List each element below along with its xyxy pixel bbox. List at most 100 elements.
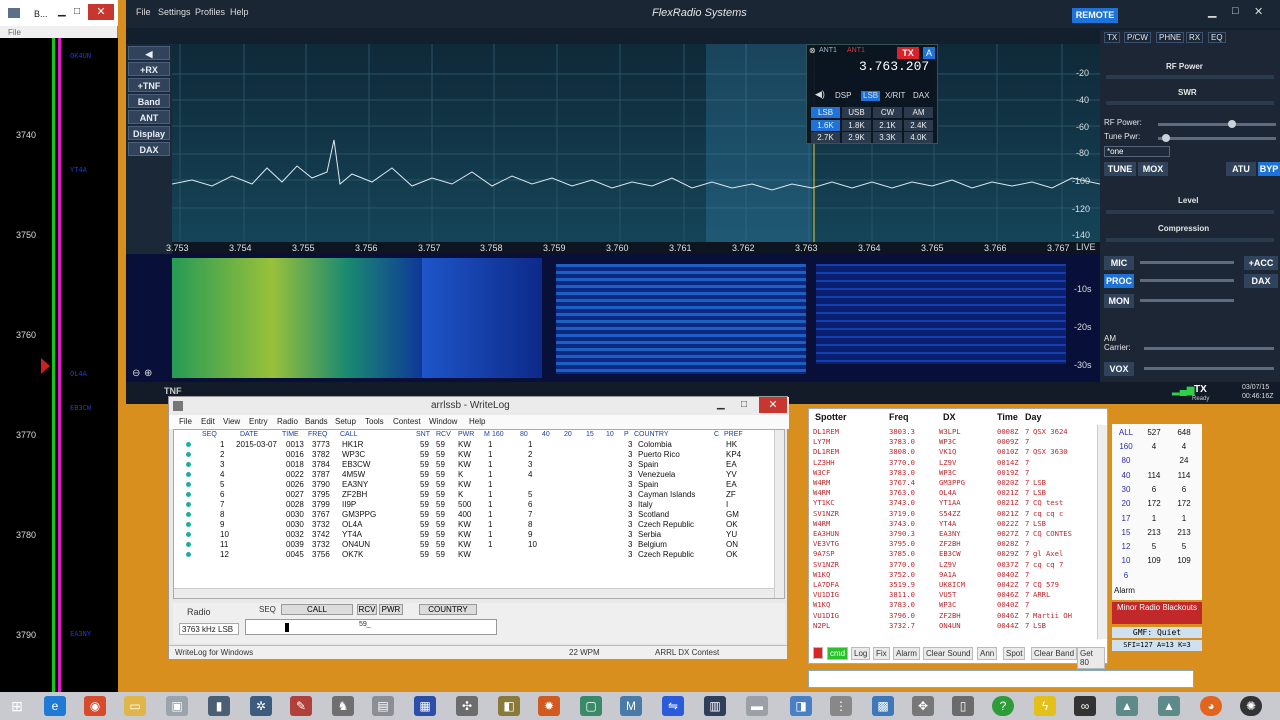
- rx-antenna[interactable]: ANT1: [847, 47, 865, 54]
- mode-usb[interactable]: USB: [842, 107, 871, 118]
- app-icon[interactable]: ▲: [1158, 696, 1180, 716]
- menu-item[interactable]: View: [223, 417, 240, 426]
- xrit-tab[interactable]: X/RIT: [885, 91, 905, 101]
- app-icon[interactable]: ▩: [872, 696, 894, 716]
- band-button[interactable]: 6: [1114, 571, 1138, 580]
- band-button[interactable]: 30: [1114, 485, 1138, 494]
- minimize-icon[interactable]: ▁: [1208, 5, 1216, 18]
- spot-row[interactable]: LY7M 3783.0 WP3C 0009Z 7: [813, 437, 1103, 447]
- spot-row[interactable]: W3CF 3783.0 WP3C 0019Z 7: [813, 468, 1103, 478]
- app-icon[interactable]: ◨: [790, 696, 812, 716]
- filter-button[interactable]: 3.3K: [873, 132, 902, 143]
- monitor-slider[interactable]: [1140, 299, 1234, 302]
- filter-button[interactable]: 2.4K: [904, 120, 933, 131]
- display-button[interactable]: Display: [128, 126, 170, 140]
- app-icon[interactable]: ✺: [1240, 696, 1262, 716]
- apps-grid-icon[interactable]: ⋮: [830, 696, 852, 716]
- chrome-icon[interactable]: ◉: [84, 696, 106, 716]
- app-icon[interactable]: ▣: [166, 696, 188, 716]
- menu-settings[interactable]: Settings: [158, 7, 191, 17]
- table-row[interactable]: 10 0032 3742 YT4A 59 59 KW 1 9 3 Serbia YU: [174, 530, 774, 540]
- proc-slider[interactable]: [1140, 279, 1234, 282]
- spot-row[interactable]: VE3VTG 3795.0 ZF2BH 0028Z 7: [813, 539, 1103, 549]
- band-button[interactable]: 20: [1114, 499, 1138, 508]
- filter-button[interactable]: 2.1K: [873, 120, 902, 131]
- app-icon[interactable]: ▲: [1116, 696, 1138, 716]
- tab-tx[interactable]: TX: [1104, 32, 1121, 43]
- col-freq[interactable]: Freq: [889, 412, 909, 422]
- atu-button[interactable]: ATU: [1226, 162, 1256, 176]
- slider-knob[interactable]: [1162, 134, 1170, 142]
- clear-sound-button[interactable]: Clear Sound: [923, 647, 974, 660]
- bandmap-file-menu[interactable]: File: [8, 28, 21, 37]
- menu-item[interactable]: Bands: [305, 417, 328, 426]
- ann-button[interactable]: Ann: [977, 647, 998, 660]
- bandmap-spot[interactable]: OL4A: [70, 370, 87, 378]
- band-button[interactable]: 80: [1114, 456, 1138, 465]
- spot-row[interactable]: W1KQ 3752.0 9A1A 0040Z 7: [813, 570, 1103, 580]
- count-cell[interactable]: ALL: [1114, 428, 1138, 437]
- app-icon[interactable]: ▥: [704, 696, 726, 716]
- spot-row[interactable]: LA7DFA 3519.9 UK8ICM 0042Z 7 CQ 579: [813, 580, 1103, 590]
- panadapter[interactable]: [172, 44, 1100, 242]
- spot-row[interactable]: W4RM 3767.4 GM3PPG 0020Z 7 LSB: [813, 478, 1103, 488]
- start-windows-icon[interactable]: ⊞: [6, 696, 28, 716]
- menu-item[interactable]: File: [179, 417, 192, 426]
- filter-button[interactable]: 1.6K: [811, 120, 840, 131]
- file-explorer-icon[interactable]: ▭: [124, 696, 146, 716]
- close-icon[interactable]: ✕: [1254, 5, 1263, 18]
- bandmap-spot[interactable]: EB3CW: [70, 404, 91, 412]
- mic-select[interactable]: MIC: [1104, 256, 1134, 270]
- spot-row[interactable]: SV1NZR 3719.0 S54ZZ 0021Z 7 cq cq c: [813, 509, 1103, 519]
- tune-power-slider[interactable]: [1158, 137, 1276, 140]
- app-icon[interactable]: ✣: [456, 696, 478, 716]
- alarm-button[interactable]: Alarm: [893, 647, 920, 660]
- menu-item[interactable]: Radio: [277, 417, 298, 426]
- table-row[interactable]: 9 0030 3732 OL4A 59 59 KW 1 8 3 Czech Republic OK: [174, 520, 774, 530]
- proc-button[interactable]: PROC: [1104, 274, 1134, 288]
- firefox-icon[interactable]: ◕: [1200, 696, 1222, 716]
- slider-knob[interactable]: [1228, 120, 1236, 128]
- table-row[interactable]: 2 0016 3782 WP3C 59 59 KW 1 2 3 Puerto Rico KP4: [174, 450, 774, 460]
- menu-profiles[interactable]: Profiles: [195, 7, 225, 17]
- app-icon[interactable]: ⇋: [662, 696, 684, 716]
- close-slice-icon[interactable]: ⊗: [809, 46, 816, 55]
- dax-button[interactable]: DAX: [128, 142, 170, 156]
- app-icon[interactable]: ✎: [290, 696, 312, 716]
- col-dx[interactable]: DX: [943, 412, 956, 422]
- spot-row[interactable]: DL1REM 3803.3 W3LPL 0008Z 7 QSX 3624: [813, 427, 1103, 437]
- frequency-axis[interactable]: 3.753 3.754 3.755 3.756 3.757 3.758 3.75…: [166, 242, 1100, 254]
- mode-lsb[interactable]: LSB: [811, 107, 840, 118]
- band-button[interactable]: 12: [1114, 542, 1138, 551]
- spot-row[interactable]: VU1DIG 3811.0 VU5T 0046Z 7 ARRL: [813, 590, 1103, 600]
- mode-cw[interactable]: CW: [873, 107, 902, 118]
- spot-row[interactable]: DL1REM 3808.0 VK1Q 0010Z 7 QSX 3630: [813, 447, 1103, 457]
- mic-level-slider[interactable]: [1140, 261, 1234, 264]
- maximize-icon[interactable]: □: [741, 399, 747, 410]
- help-icon[interactable]: ?: [992, 696, 1014, 716]
- spot-button[interactable]: Spot: [1003, 647, 1026, 660]
- mon-button[interactable]: MON: [1104, 294, 1134, 308]
- filter-button[interactable]: 4.0K: [904, 132, 933, 143]
- snowflake-app-icon[interactable]: ✲: [250, 696, 272, 716]
- app-icon[interactable]: ▦: [414, 696, 436, 716]
- table-row[interactable]: 11 0039 3732 ON4UN 59 59 KW 1 10 3 Belgium ON: [174, 540, 774, 550]
- vertical-scrollbar[interactable]: [1097, 425, 1107, 639]
- col-spotter[interactable]: Spotter: [815, 412, 847, 422]
- menu-help[interactable]: Help: [230, 7, 249, 17]
- am-carrier-slider[interactable]: [1144, 347, 1274, 350]
- close-icon[interactable]: ✕: [759, 397, 787, 413]
- tab-rx[interactable]: RX: [1186, 32, 1204, 43]
- app-icon[interactable]: ◧: [498, 696, 520, 716]
- vox-button[interactable]: VOX: [1104, 362, 1134, 376]
- spot-row[interactable]: N2PL 3732.7 ON4UN 0044Z 7 LSB: [813, 621, 1103, 631]
- band-button[interactable]: 160: [1114, 442, 1138, 451]
- app-icon[interactable]: ▤: [372, 696, 394, 716]
- fix-button[interactable]: Fix: [873, 647, 890, 660]
- spot-row[interactable]: W4RM 3743.0 YT4A 0022Z 7 LSB: [813, 519, 1103, 529]
- zoom-in-icon[interactable]: ⊕: [144, 368, 152, 379]
- add-rx-button[interactable]: +RX: [128, 62, 170, 76]
- app-icon[interactable]: M: [620, 696, 642, 716]
- table-row[interactable]: 8 0030 3767 GM3PPG 59 59 400 1 7 3 Scotland GM: [174, 510, 774, 520]
- alarm-label[interactable]: Alarm: [1114, 586, 1135, 595]
